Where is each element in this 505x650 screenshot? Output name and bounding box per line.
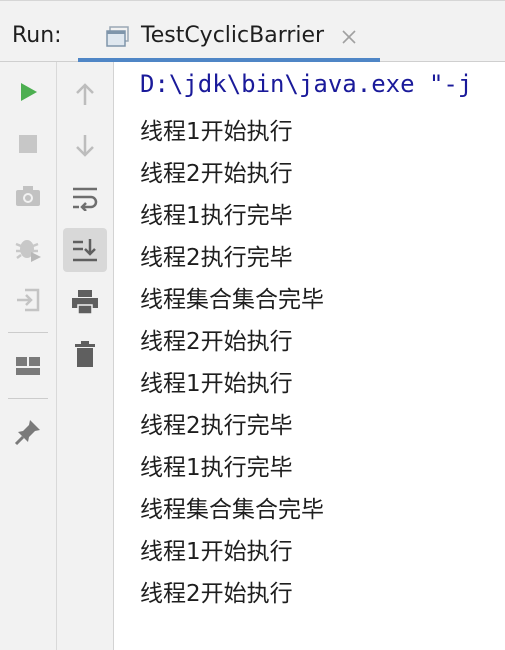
- toolbar-separator: [8, 332, 48, 333]
- next-occurrence-button[interactable]: [63, 124, 107, 168]
- console-line: 线程1执行完毕: [140, 203, 293, 229]
- print-icon: [72, 290, 98, 315]
- debug-button[interactable]: [6, 226, 50, 270]
- run-toolbar-right: [57, 62, 114, 650]
- clear-all-button[interactable]: [63, 332, 107, 376]
- close-icon[interactable]: [340, 28, 358, 50]
- toolbar-separator: [8, 398, 48, 399]
- run-toolbar-left: [0, 62, 57, 650]
- console-line: 线程1执行完毕: [140, 455, 293, 481]
- console-line: 线程集合集合完毕: [140, 497, 324, 523]
- exit-button[interactable]: [6, 278, 50, 322]
- console-line: 线程2开始执行: [140, 581, 293, 607]
- scroll-to-end-button[interactable]: [63, 228, 107, 272]
- arrow-up-icon: [76, 83, 94, 105]
- tab-title: TestCyclicBarrier: [141, 23, 325, 48]
- console-line: 线程2执行完毕: [140, 413, 293, 439]
- stop-button[interactable]: [6, 122, 50, 166]
- soft-wrap-icon: [73, 187, 98, 211]
- console-line: 线程2执行完毕: [140, 245, 293, 271]
- console-line: 线程1开始执行: [140, 119, 293, 145]
- console-line: 线程集合集合完毕: [140, 287, 324, 313]
- run-tool-window-header: Run: TestCyclicBarrier: [0, 0, 505, 62]
- console-line: 线程2开始执行: [140, 161, 293, 187]
- tab-test-cyclic-barrier[interactable]: TestCyclicBarrier: [78, 11, 380, 63]
- arrow-down-icon: [76, 135, 94, 157]
- rerun-button[interactable]: [6, 70, 50, 114]
- dump-threads-button[interactable]: [6, 174, 50, 218]
- camera-icon: [16, 186, 40, 206]
- soft-wrap-button[interactable]: [63, 176, 107, 220]
- command-line: D:\jdk\bin\java.exe "-j: [140, 70, 473, 98]
- debug-bug-icon: [15, 240, 41, 262]
- print-button[interactable]: [63, 280, 107, 324]
- pin-button[interactable]: [6, 410, 50, 454]
- layout-icon: [16, 357, 40, 375]
- console-line: 线程2开始执行: [140, 329, 293, 355]
- run-label: Run:: [12, 23, 62, 48]
- console-line: 线程1开始执行: [140, 371, 293, 397]
- rerun-icon: [21, 83, 37, 101]
- previous-occurrence-button[interactable]: [63, 72, 107, 116]
- stop-icon: [19, 135, 37, 153]
- console-output[interactable]: D:\jdk\bin\java.exe "-j 线程1开始执行 线程2开始执行 …: [114, 62, 505, 650]
- trash-icon: [75, 341, 95, 367]
- console-line: 线程1开始执行: [140, 539, 293, 565]
- console-window-icon: [106, 26, 130, 52]
- pin-icon: [14, 420, 40, 446]
- scroll-to-end-icon: [73, 239, 97, 262]
- layout-button[interactable]: [6, 344, 50, 388]
- exit-icon: [17, 288, 40, 312]
